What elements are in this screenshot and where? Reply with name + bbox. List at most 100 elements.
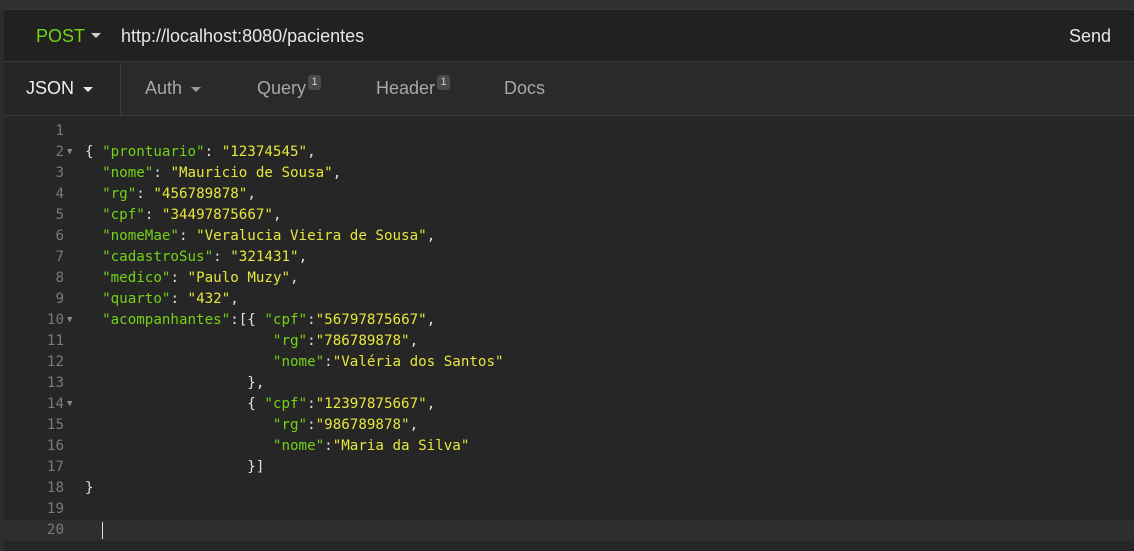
method-selector[interactable]: POST [36, 26, 85, 47]
json-punct: : [324, 354, 333, 370]
json-punct: :[{ [230, 312, 265, 328]
json-punct [85, 417, 273, 433]
json-string: "456789878" [153, 186, 248, 202]
code-line[interactable]: 12 "nome":"Valéria dos Santos" [4, 352, 1134, 373]
window-top-border [0, 0, 1134, 9]
json-string: "432" [187, 291, 231, 307]
request-url-bar: POST http://localhost:8080/pacientes Sen… [4, 9, 1134, 62]
code-line[interactable]: 17 }] [4, 457, 1134, 478]
line-number: 20 [46, 522, 64, 538]
json-punct: , [409, 333, 419, 349]
json-string: "12397875667" [315, 396, 427, 412]
tab-query-label: Query [257, 78, 307, 98]
json-punct: : [144, 207, 162, 223]
fold-toggle-icon[interactable]: ▼ [67, 310, 72, 331]
json-punct: }] [85, 459, 265, 475]
code-line[interactable]: 11 "rg":"786789878", [4, 331, 1134, 352]
code-line[interactable]: 20 [4, 520, 1134, 541]
json-punct: , [230, 291, 239, 307]
line-number: 10 [46, 312, 64, 328]
json-punct [85, 354, 273, 370]
json-string: "321431" [230, 249, 299, 265]
code-text: "rg":"986789878", [85, 415, 418, 436]
line-number: 11 [46, 333, 64, 349]
code-line[interactable]: 16 "nome":"Maria da Silva" [4, 436, 1134, 457]
tab-json[interactable]: JSON [4, 62, 121, 115]
chevron-down-icon [191, 86, 202, 92]
code-line[interactable]: 1 [4, 121, 1134, 142]
line-number: 6 [55, 228, 64, 244]
line-number: 16 [46, 438, 64, 454]
code-line[interactable]: 18} [4, 478, 1134, 499]
tab-json-label: JSON [26, 78, 75, 98]
json-punct: : [178, 228, 197, 244]
json-punct: , [272, 207, 282, 223]
json-string: "Paulo Muzy" [187, 270, 291, 286]
json-string: "786789878" [315, 333, 410, 349]
code-text: "nomeMae": "Veralucia Vieira de Sousa", [85, 226, 435, 247]
fold-toggle-icon[interactable]: ▼ [67, 394, 72, 415]
request-tabs: JSON Auth Query 1 Header 1 Docs [4, 62, 1134, 116]
line-number: 17 [46, 459, 64, 475]
tab-header[interactable]: Header 1 [376, 62, 451, 115]
line-number: 18 [46, 480, 64, 496]
header-count-badge: 1 [437, 75, 451, 90]
code-line[interactable]: 19 [4, 499, 1134, 520]
code-text: }, [85, 373, 264, 394]
code-lines: 1 2 ▼{ "prontuario": "12374545", 3 "nome": … [4, 121, 1134, 541]
json-key: "nomeMae" [102, 228, 179, 244]
code-line[interactable]: 8 "medico": "Paulo Muzy", [4, 268, 1134, 289]
json-punct: : [153, 165, 171, 181]
code-text: "quarto": "432", [85, 289, 239, 310]
code-line[interactable]: 5 "cpf": "34497875667", [4, 205, 1134, 226]
code-line[interactable]: 13 }, [4, 373, 1134, 394]
code-text: } [85, 478, 94, 499]
method-dropdown-caret-icon[interactable] [91, 33, 101, 38]
json-punct [85, 207, 102, 223]
json-body-editor[interactable]: 1 2 ▼{ "prontuario": "12374545", 3 "nome": … [4, 116, 1134, 551]
json-punct: : [170, 270, 188, 286]
code-line[interactable]: 6 "nomeMae": "Veralucia Vieira de Sousa"… [4, 226, 1134, 247]
code-line[interactable]: 9 "quarto": "432", [4, 289, 1134, 310]
code-line[interactable]: 7 "cadastroSus": "321431", [4, 247, 1134, 268]
code-line[interactable]: 4 "rg": "456789878", [4, 184, 1134, 205]
tab-docs[interactable]: Docs [504, 62, 545, 115]
json-punct: , [426, 228, 436, 244]
json-punct [85, 270, 102, 286]
code-text: "cadastroSus": "321431", [85, 247, 307, 268]
line-number: 13 [46, 375, 64, 391]
fold-toggle-icon[interactable]: ▼ [67, 142, 72, 163]
code-line[interactable]: 14 ▼ { "cpf":"12397875667", [4, 394, 1134, 415]
tab-auth-label: Auth [145, 78, 183, 98]
tab-auth[interactable]: Auth [145, 62, 202, 115]
code-line[interactable]: 15 "rg":"986789878", [4, 415, 1134, 436]
json-key: "cpf" [264, 396, 308, 412]
code-text: "cpf": "34497875667", [85, 205, 282, 226]
json-key: "nome" [102, 165, 154, 181]
code-line[interactable]: 2 ▼ { "prontuario": "12374545", [4, 142, 1134, 163]
json-punct: : [307, 333, 316, 349]
code-text: { "prontuario": "12374545", [85, 142, 316, 163]
json-string: "986789878" [315, 417, 410, 433]
json-key: "quarto" [102, 291, 171, 307]
line-number: 12 [46, 354, 64, 370]
code-text: "nome": "Mauricio de Sousa", [85, 163, 341, 184]
send-button[interactable]: Send [1069, 26, 1111, 47]
json-punct: , [332, 165, 342, 181]
tab-query[interactable]: Query 1 [257, 62, 322, 115]
json-punct: , [426, 396, 436, 412]
json-punct: : [324, 438, 333, 454]
code-text: "medico": "Paulo Muzy", [85, 268, 298, 289]
json-punct: : [307, 417, 316, 433]
json-punct [85, 186, 102, 202]
code-line[interactable]: 3 "nome": "Mauricio de Sousa", [4, 163, 1134, 184]
chevron-down-icon [83, 86, 94, 92]
code-line[interactable]: 10 ▼ "acompanhantes":[{ "cpf":"5679787566… [4, 310, 1134, 331]
json-key: "nome" [272, 438, 325, 454]
line-number: 19 [46, 501, 64, 517]
json-string: "Maria da Silva" [332, 438, 470, 454]
line-number: 3 [55, 165, 64, 181]
url-input[interactable]: http://localhost:8080/pacientes [121, 26, 364, 47]
json-punct: { [85, 396, 265, 412]
json-key: "cadastroSus" [102, 249, 214, 265]
